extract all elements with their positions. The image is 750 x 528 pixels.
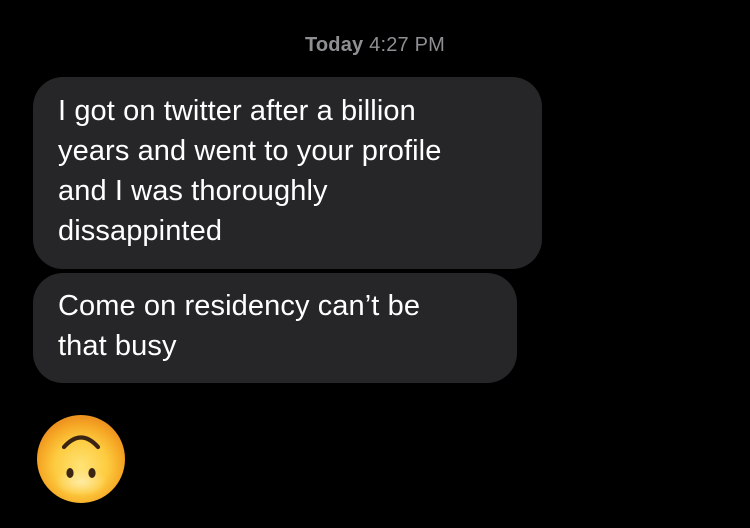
emoji-graphic: [37, 415, 125, 503]
message-line: dissappinted: [58, 215, 223, 247]
timestamp-day: Today: [304, 34, 364, 56]
message-line: and I was thoroughly: [58, 175, 328, 207]
thread-timestamp: Today 4:27 PM: [0, 34, 750, 57]
received-message-bubble[interactable]: Come on residency can’t be that busy: [33, 273, 517, 383]
message-line: Come on residency can’t be: [58, 290, 421, 322]
received-message-bubble[interactable]: I got on twitter after a billion years a…: [33, 77, 542, 269]
message-line: that busy: [58, 330, 177, 362]
message-line: years and went to your profile: [58, 135, 442, 167]
timestamp-time: 4:27 PM: [369, 34, 446, 56]
message-line: I got on twitter after a billion: [58, 95, 416, 127]
upside-down-face-emoji-icon[interactable]: [36, 414, 126, 504]
